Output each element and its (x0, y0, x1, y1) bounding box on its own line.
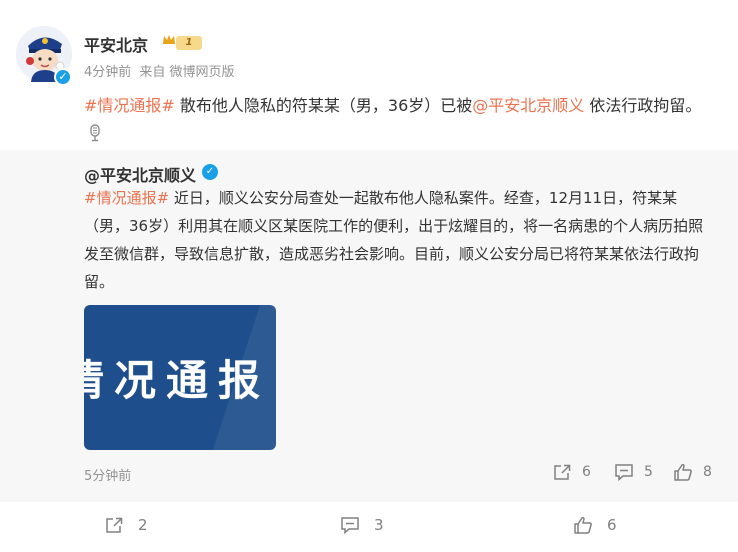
repost-share-button[interactable]: 6 (552, 463, 591, 481)
crown-icon[interactable] (162, 33, 176, 47)
post-text-tail: 依法行政拘留。 (584, 96, 702, 115)
repost-text-body: 近日，顺义公安分局查处一起散布他人隐私案件。经查，12月11日，符某某（男，36… (84, 189, 704, 291)
post-text: #情况通报# 散布他人隐私的符某某（男，36岁）已被@平安北京顺义 依法行政拘留… (84, 92, 714, 148)
repost-author[interactable]: @平安北京顺义 (84, 162, 196, 186)
like-icon (674, 463, 692, 481)
like-icon (574, 516, 592, 534)
repost-share-count: 6 (582, 464, 591, 480)
share-icon (106, 517, 123, 533)
like-button[interactable]: 6 (573, 516, 617, 534)
share-button[interactable]: 2 (104, 516, 148, 534)
share-icon (554, 464, 571, 480)
repost-like-count: 8 (703, 464, 712, 480)
verified-icon: ✓ (54, 68, 72, 86)
mention-link[interactable]: @平安北京顺义 (472, 96, 584, 115)
share-count: 2 (138, 516, 148, 534)
topic-tag[interactable]: #情况通报# (84, 96, 175, 115)
level-badge[interactable]: 1 (176, 36, 202, 50)
comment-icon (341, 517, 359, 534)
verified-icon: ✓ (202, 164, 218, 180)
repost-card[interactable]: @平安北京顺义 ✓ #情况通报# 近日，顺义公安分局查处一起散布他人隐私案件。经… (0, 150, 738, 502)
comment-count: 3 (374, 516, 384, 534)
repost-comment-button[interactable]: 5 (614, 463, 653, 481)
post-meta: 4分钟前 来自 微博网页版 (84, 61, 238, 80)
repost-topic-tag[interactable]: #情况通报# (84, 189, 169, 207)
repost-like-button[interactable]: 8 (673, 463, 712, 481)
comment-icon (615, 464, 633, 481)
post-text-body: 散布他人隐私的符某某（男，36岁）已被 (174, 96, 473, 115)
weibo-post: ✓ 平安北京 1 4分钟前 来自 微博网页版 #情况通报# 散布他人隐私的符某某（… (0, 0, 738, 552)
image-banner-text: 情况通报 (84, 356, 271, 405)
like-count: 6 (607, 516, 617, 534)
repost-comment-count: 5 (644, 464, 653, 480)
post-time[interactable]: 4分钟前 (84, 65, 131, 80)
repost-text: #情况通报# 近日，顺义公安分局查处一起散布他人隐私案件。经查，12月11日，符… (84, 184, 704, 296)
repost-image[interactable]: 情况通报 (84, 305, 276, 450)
comment-button[interactable]: 3 (340, 516, 384, 534)
author-name[interactable]: 平安北京 (84, 32, 148, 56)
repost-time[interactable]: 5分钟前 (84, 465, 131, 484)
microphone-icon[interactable] (88, 124, 102, 142)
source-prefix: 来自 (139, 65, 166, 80)
post-source[interactable]: 微博网页版 (169, 65, 234, 80)
